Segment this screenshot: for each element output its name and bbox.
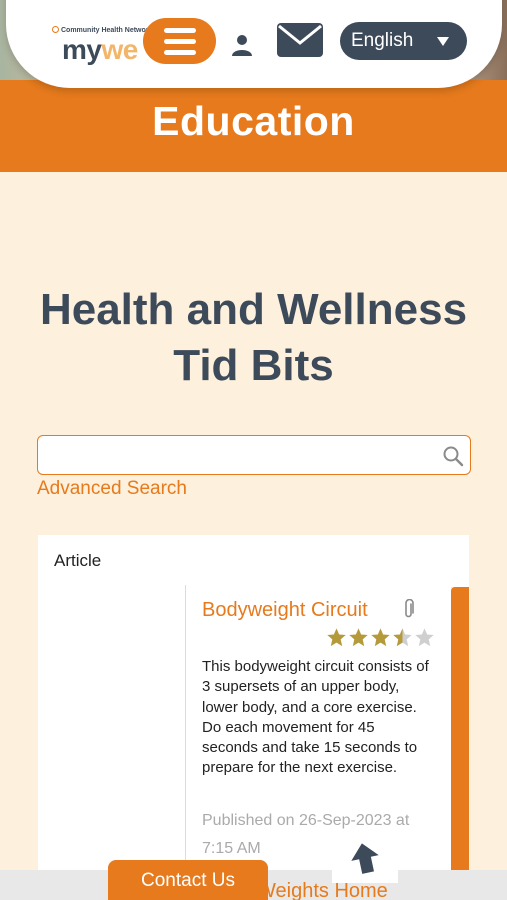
- back-to-top-button[interactable]: [332, 833, 398, 883]
- rating-stars: [326, 627, 435, 649]
- menu-icon: [163, 27, 196, 33]
- advanced-search-link[interactable]: Advanced Search: [37, 478, 187, 500]
- language-value: English: [351, 30, 414, 51]
- star-icon: [371, 628, 390, 647]
- mail-icon[interactable]: [277, 23, 323, 57]
- contact-us-button[interactable]: Contact Us: [108, 860, 268, 900]
- logo-wordmark: mywe: [62, 34, 138, 65]
- user-icon[interactable]: [231, 34, 253, 56]
- star-half-icon: [393, 628, 412, 647]
- back-to-top-icon: [351, 843, 379, 874]
- logo-tagline: Community Health Network: [52, 26, 152, 34]
- article-title-next[interactable]: Weights Home: [257, 880, 388, 900]
- section-title: Education: [152, 98, 355, 144]
- article-description: This bodyweight circuit consists of 3 su…: [202, 658, 429, 777]
- article-list: Article Bodyweight Circuit This bodyweig…: [38, 535, 469, 900]
- caret-down-icon: [437, 37, 449, 46]
- article-item[interactable]: Bodyweight Circuit This bodyweight circu…: [185, 585, 451, 885]
- list-scrollbar-thumb[interactable]: [451, 587, 469, 900]
- star-icon: [327, 628, 346, 647]
- search-input[interactable]: [37, 435, 471, 475]
- menu-button[interactable]: [143, 18, 216, 64]
- article-title[interactable]: Bodyweight Circuit: [202, 599, 368, 622]
- site-logo[interactable]: Community Health Network mywe: [52, 24, 152, 66]
- star-icon: [415, 628, 434, 647]
- search-icon[interactable]: [442, 445, 464, 467]
- paperclip-icon: [405, 599, 414, 618]
- article-published-date: Published on 26-Sep-2023 at 7:15 AM: [202, 812, 410, 857]
- language-select[interactable]: English: [340, 22, 467, 60]
- star-icon: [349, 628, 368, 647]
- page-title: Health and Wellness Tid Bits: [39, 285, 468, 390]
- article-category-label: Article: [54, 551, 102, 570]
